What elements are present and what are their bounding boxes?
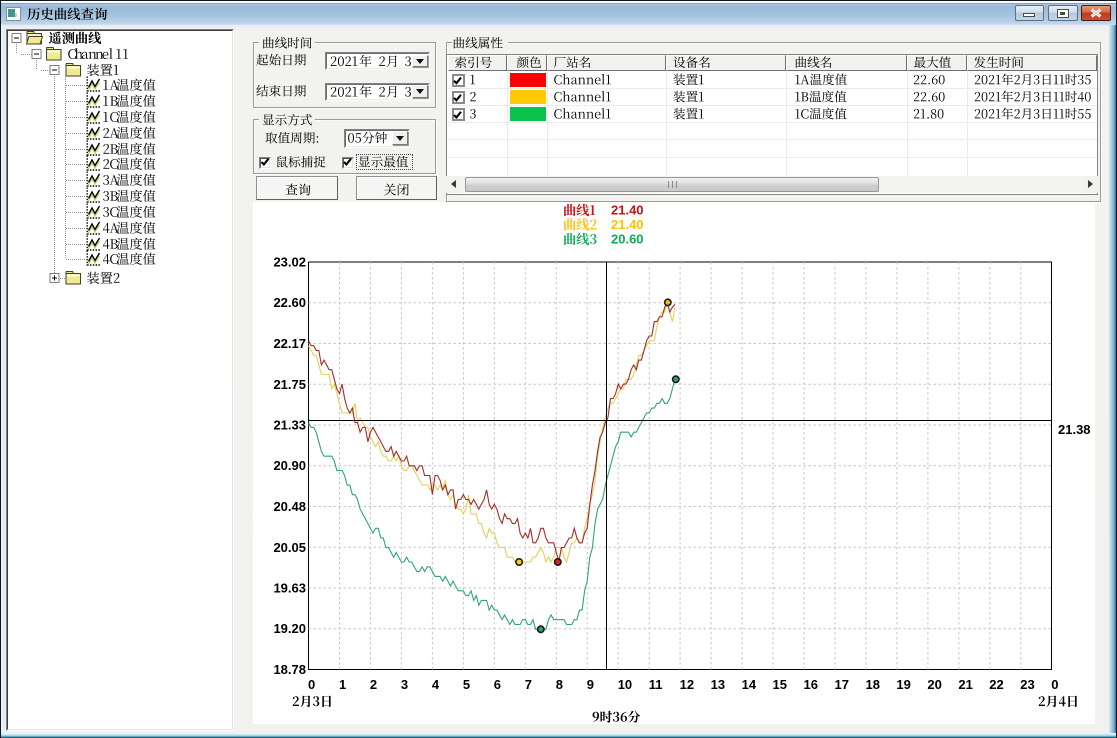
svg-text:21.40: 21.40: [611, 217, 644, 232]
svg-text:21.40: 21.40: [611, 203, 644, 218]
svg-text:20.60: 20.60: [611, 232, 644, 247]
